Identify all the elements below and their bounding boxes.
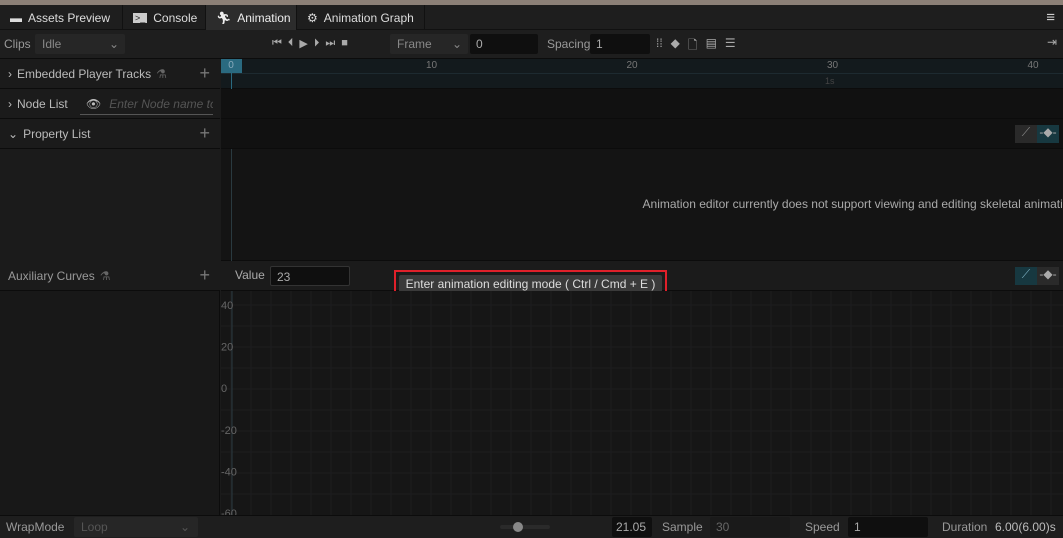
save-icon[interactable]: 🗋︎ xyxy=(688,36,698,57)
grid-dots-icon[interactable]: ⁞⁞ xyxy=(656,36,663,57)
jump-first-icon[interactable]: ⏮ xyxy=(272,37,282,50)
aux-curve-graph[interactable]: 40 20 0 -20 -40 -60 xyxy=(221,291,1063,515)
document-icon[interactable]: ☰ xyxy=(725,36,736,57)
chevron-right-icon: › xyxy=(8,96,12,111)
node-search-input[interactable]: 👁︎Enter Node name to search xyxy=(80,93,213,115)
chevron-down-icon: ⌄ xyxy=(108,37,119,51)
menu-icon[interactable]: ≡ xyxy=(1046,9,1055,26)
property-track-header: ⟋ -◆- xyxy=(221,119,1063,149)
frame-input[interactable]: 0 xyxy=(470,34,538,54)
zoom-slider-handle[interactable] xyxy=(512,522,523,532)
terminal-icon: >_ xyxy=(133,12,148,23)
tab-animation-graph[interactable]: ⚙ Animation Graph xyxy=(297,5,425,30)
toolbar: Clips Idle ⌄ ⏮ ⏴ ▶ ⏵ ⏭ ■ Frame ⌄ 0 Spacing 1 ⁞⁞… xyxy=(0,30,1063,59)
zoom-slider[interactable] xyxy=(500,522,550,532)
add-aux-curve-button[interactable]: + xyxy=(199,265,210,286)
zoom-value[interactable]: 21.05 xyxy=(612,517,652,537)
exit-icon[interactable]: ⇥ xyxy=(1047,35,1057,49)
auxiliary-curves-row: Auxiliary Curves ⚗ + xyxy=(0,261,220,291)
keyframe-add-icon[interactable]: ◆ xyxy=(671,36,680,57)
jump-last-icon[interactable]: ⏭ xyxy=(325,37,335,50)
add-property-button[interactable]: + xyxy=(199,123,210,144)
spacing-input[interactable]: 1 xyxy=(590,34,650,54)
timeline-tick-label: 20 xyxy=(626,60,638,71)
embedded-player-tracks-row[interactable]: › Embedded Player Tracks ⚗ + xyxy=(0,59,220,89)
tab-assets-preview[interactable]: ▬ Assets Preview xyxy=(0,5,123,30)
y-tick-label: -40 xyxy=(221,466,237,478)
clips-select[interactable]: Idle ⌄ xyxy=(35,34,125,54)
next-frame-icon[interactable]: ⏵ xyxy=(314,37,320,50)
keyframe-view-icon[interactable]: -◆- xyxy=(1037,125,1059,143)
folder-icon: ▬ xyxy=(10,10,22,25)
timeline-ruler[interactable]: 1s 0 10 20 30 40 xyxy=(221,59,1063,89)
graph-icon: ⚙ xyxy=(307,10,318,25)
curve-view-icon[interactable]: ⟋ xyxy=(1015,125,1037,143)
y-tick-label: -20 xyxy=(221,425,237,437)
y-tick-label: 40 xyxy=(221,300,233,312)
property-list-row[interactable]: ⌄ Property List + xyxy=(0,119,220,149)
wrapmode-select[interactable]: Loop ⌄ xyxy=(74,517,198,537)
eye-icon: 👁︎ xyxy=(86,96,102,111)
y-tick-label: 0 xyxy=(221,383,227,395)
flask-icon: ⚗ xyxy=(99,268,111,283)
curve-view-icon[interactable]: ⟋ xyxy=(1015,267,1037,285)
tab-animation[interactable]: 🏃︎ Animation xyxy=(206,5,297,30)
timeline-tick-label: 40 xyxy=(1027,60,1039,71)
y-tick-label: 20 xyxy=(221,342,233,354)
tab-console[interactable]: >_ Console xyxy=(123,5,206,30)
running-man-icon: 🏃︎ xyxy=(216,10,232,25)
timeline-tick-label: 30 xyxy=(826,60,839,71)
keyframe-view-icon[interactable]: -◆- xyxy=(1037,267,1059,285)
property-list-body xyxy=(0,149,220,261)
aux-header: Value 23 Enter animation editing mode ( … xyxy=(221,261,1063,299)
y-tick-label: -60 xyxy=(221,508,237,515)
node-list-row[interactable]: ›Node List 👁︎Enter Node name to search xyxy=(0,89,220,119)
timeline-tick-label: 10 xyxy=(425,60,438,71)
prev-frame-icon[interactable]: ⏴ xyxy=(288,37,294,50)
flask-icon: ⚗ xyxy=(156,66,167,81)
skeletal-unsupported-message: Animation editor currently does not supp… xyxy=(642,197,1063,211)
event-icon[interactable]: ▤ xyxy=(706,36,717,57)
value-input[interactable]: 23 xyxy=(270,266,350,286)
timeline-tick-label: 0 xyxy=(228,60,234,71)
frame-mode-select[interactable]: Frame ⌄ xyxy=(390,34,468,54)
chevron-down-icon: ⌄ xyxy=(8,126,19,141)
add-embedded-track-button[interactable]: + xyxy=(199,63,210,84)
speed-input[interactable]: 1 xyxy=(848,517,928,537)
auxiliary-curves-list xyxy=(0,291,220,515)
chevron-down-icon: ⌄ xyxy=(179,520,190,534)
stop-icon[interactable]: ■ xyxy=(341,37,348,50)
play-icon[interactable]: ▶ xyxy=(299,37,307,50)
chevron-right-icon: › xyxy=(8,66,12,81)
sample-input[interactable]: 30 xyxy=(710,517,790,537)
property-track-area: Animation editor currently does not supp… xyxy=(221,149,1063,261)
chevron-down-icon: ⌄ xyxy=(451,37,462,51)
bottom-bar: WrapMode Loop ⌄ 21.05 Sample 30 Speed 1 D… xyxy=(0,515,1063,538)
tab-bar: ▬ Assets Preview >_ Console 🏃︎ Animation ⚙ A… xyxy=(0,5,1063,30)
node-track xyxy=(221,89,1063,119)
